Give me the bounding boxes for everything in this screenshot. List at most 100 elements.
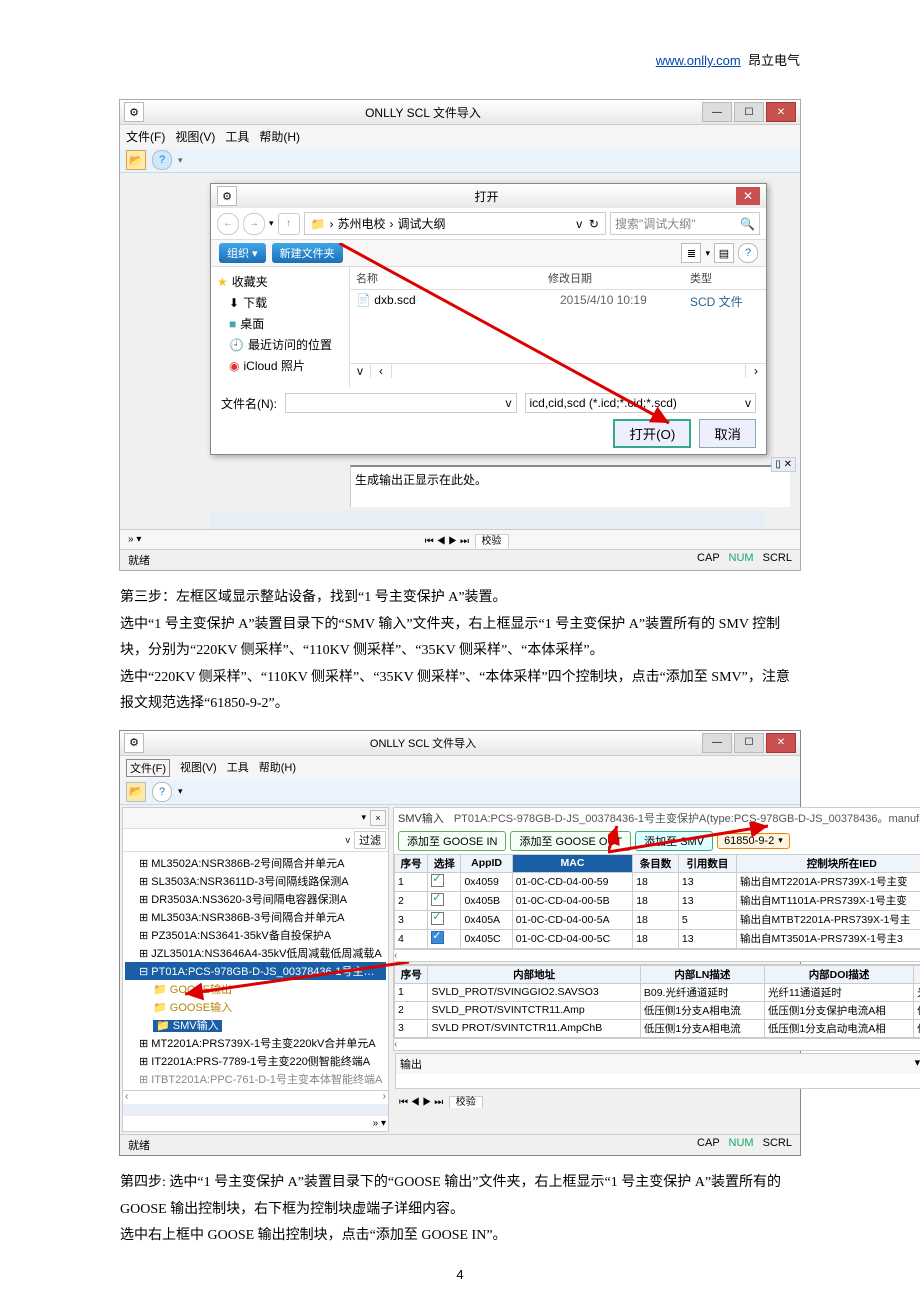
dock-handle[interactable]: ▾ ▯ ✕ (915, 1056, 920, 1072)
menu-help[interactable]: 帮助(H) (259, 759, 296, 777)
last-icon[interactable]: ⏭ (460, 536, 469, 547)
dock-handle[interactable]: ▯ ✕ (771, 457, 796, 472)
next-icon[interactable]: ▶ (422, 1097, 431, 1108)
sidebar-desktop[interactable]: 桌面 (240, 315, 264, 332)
path-seg-1[interactable]: 苏州电校 (337, 215, 385, 232)
open-dialog-title: 打开 (237, 188, 736, 205)
up-icon[interactable]: ↑ (278, 213, 300, 235)
open-button[interactable]: 打开(O) (613, 419, 691, 448)
sidebar-downloads[interactable]: 下载 (243, 294, 267, 311)
table-row[interactable]: 20x405B01-0C-CD-04-00-5B1813输出自MT1101A-P… (395, 891, 920, 910)
expand-handle[interactable]: » ▾ (123, 1116, 388, 1131)
close-button[interactable]: ✕ (766, 733, 796, 753)
tree-goose-out[interactable]: 📁 GOOSE输出 (125, 980, 386, 998)
expand-handle[interactable]: » ▾ (128, 534, 141, 545)
chevron-down-icon: v (506, 396, 512, 410)
spec-select[interactable]: 61850-9-2▾ (717, 833, 790, 849)
status-scrl: SCRL (763, 1137, 792, 1149)
menu-tools[interactable]: 工具 (225, 128, 249, 145)
menu-view[interactable]: 视图(V) (180, 759, 217, 777)
search-input[interactable]: 搜索"调试大纲" 🔍 (610, 212, 760, 235)
table-row[interactable]: 10x405901-0C-CD-04-00-591813输出自MT2201A-P… (395, 872, 920, 891)
sidebar-recent[interactable]: 最近访问的位置 (248, 336, 332, 353)
col-date[interactable]: 修改日期 (542, 267, 684, 289)
col-type[interactable]: 类型 (684, 267, 766, 289)
prev-icon[interactable]: ◀ (437, 536, 446, 547)
menu-view[interactable]: 视图(V) (175, 128, 215, 145)
device-tree[interactable]: ⊞ ML3502A:NSR386B-2号间隔合并单元A ⊞ SL3503A:NS… (123, 852, 388, 1090)
filename-label: 文件名(N): (221, 395, 277, 412)
menu-file[interactable]: 文件(F) (126, 128, 165, 145)
path-bar[interactable]: 📁 ›苏州电校 ›调试大纲 v ↻ (304, 212, 606, 235)
preview-pane-icon[interactable]: ▤ (714, 243, 734, 263)
back-icon[interactable]: ← (217, 213, 239, 235)
close-icon[interactable]: × (370, 810, 386, 826)
tree-smv-in[interactable]: 📁 SMV输入 (125, 1016, 386, 1034)
minimize-button[interactable]: — (702, 102, 732, 122)
checkbox-icon[interactable] (431, 874, 444, 887)
open-folder-icon[interactable]: 📂 (126, 150, 146, 170)
app-icon: ⚙ (124, 102, 144, 122)
status-cap: CAP (697, 1137, 719, 1149)
checkbox-icon[interactable] (431, 931, 444, 944)
chevron-down-icon[interactable]: v (346, 835, 351, 845)
table-row[interactable]: 3SVLD PROT/SVINTCTR11.AmpChB低压侧1分支A相电流低压… (395, 1019, 920, 1037)
minimize-button[interactable]: — (702, 733, 732, 753)
organize-button[interactable]: 组织 ▾ (219, 243, 266, 263)
sidebar-favorites[interactable]: 收藏夹 (232, 273, 268, 290)
checkbox-icon[interactable] (431, 912, 444, 925)
file-list: 名称 修改日期 类型 📄 dxb.scd 2015/4/10 10:19 SCD… (350, 267, 766, 387)
add-to-goose-in-button[interactable]: 添加至 GOOSE IN (398, 831, 506, 851)
help-icon[interactable]: ? (152, 150, 172, 170)
output-panel-label: 输出 (400, 1056, 422, 1072)
file-row[interactable]: 📄 dxb.scd 2015/4/10 10:19 SCD 文件 (350, 290, 766, 313)
close-button[interactable]: ✕ (766, 102, 796, 122)
maximize-button[interactable]: ☐ (734, 733, 764, 753)
table-row[interactable]: 40x405C01-0C-CD-04-00-5C1813输出自MT3501A-P… (395, 929, 920, 948)
table-row[interactable]: 1SVLD_PROT/SVINGGIO2.SAVSO3B09.光纤通道延时光纤1… (395, 983, 920, 1001)
help-icon[interactable]: ? (152, 782, 172, 802)
tab-verify[interactable]: 校验 (475, 534, 509, 548)
first-icon[interactable]: ⏮ (425, 536, 434, 547)
dropdown-icon[interactable]: ▾ (269, 218, 274, 229)
prev-icon[interactable]: ◀ (411, 1097, 420, 1108)
next-icon[interactable]: ▶ (448, 536, 457, 547)
tree-goose-in[interactable]: 📁 GOOSE输入 (125, 998, 386, 1016)
maximize-button[interactable]: ☐ (734, 102, 764, 122)
panel-splitter[interactable] (123, 1104, 388, 1116)
open-folder-icon[interactable]: 📂 (126, 782, 146, 802)
col-name[interactable]: 名称 (350, 267, 542, 289)
forward-icon[interactable]: → (243, 213, 265, 235)
table-row[interactable]: 30x405A01-0C-CD-04-00-5A185输出自MTBT2201A-… (395, 910, 920, 929)
search-placeholder: 搜索"调试大纲" (615, 215, 696, 232)
file-filter-combo[interactable]: icd,cid,scd (*.icd;*.cid;*.scd)v (525, 393, 757, 413)
recent-icon: 🕘 (229, 338, 244, 352)
close-icon[interactable]: ✕ (736, 187, 760, 205)
table-row[interactable]: 2SVLD_PROT/SVINTCTR11.Amp低压侧1分支A相电流低压侧1分… (395, 1001, 920, 1019)
menu-help[interactable]: 帮助(H) (259, 128, 300, 145)
panel-splitter[interactable] (210, 511, 765, 529)
inner-detail-table: 序号 内部地址 内部LN描述 内部DOI描述 1SVLD_PROT/SVINGG… (393, 964, 920, 1051)
tab-verify[interactable]: 校验 (449, 1096, 483, 1108)
sidebar-icloud[interactable]: iCloud 照片 (243, 357, 304, 374)
checkbox-icon[interactable] (431, 893, 444, 906)
view-mode-icon[interactable]: ≣ (681, 243, 701, 263)
status-cap: CAP (697, 552, 719, 564)
dropdown-icon[interactable]: ▾ (361, 812, 366, 823)
page-number: 4 (0, 1267, 920, 1282)
menu-tools[interactable]: 工具 (227, 759, 249, 777)
cancel-button[interactable]: 取消 (699, 419, 756, 448)
open-file-dialog: ⚙ 打开 ✕ ← → ▾ ↑ 📁 ›苏州电校 ›调试大纲 v ↻ 搜索"调试大纲… (210, 183, 767, 455)
last-icon[interactable]: ⏭ (434, 1097, 443, 1108)
status-num: NUM (729, 552, 754, 564)
toolbar-dropdown-icon[interactable]: ▾ (178, 155, 183, 166)
menu-file[interactable]: 文件(F) (126, 759, 170, 777)
help-icon[interactable]: ? (738, 243, 758, 263)
first-icon[interactable]: ⏮ (399, 1097, 408, 1108)
header-url[interactable]: www.onlly.com (656, 53, 741, 68)
new-folder-button[interactable]: 新建文件夹 (272, 243, 343, 263)
add-to-smv-button[interactable]: 添加至 SMV (635, 831, 713, 851)
add-to-goose-out-button[interactable]: 添加至 GOOSE OUT (510, 831, 631, 851)
path-seg-2[interactable]: 调试大纲 (398, 215, 446, 232)
filename-input[interactable]: v (285, 393, 517, 413)
